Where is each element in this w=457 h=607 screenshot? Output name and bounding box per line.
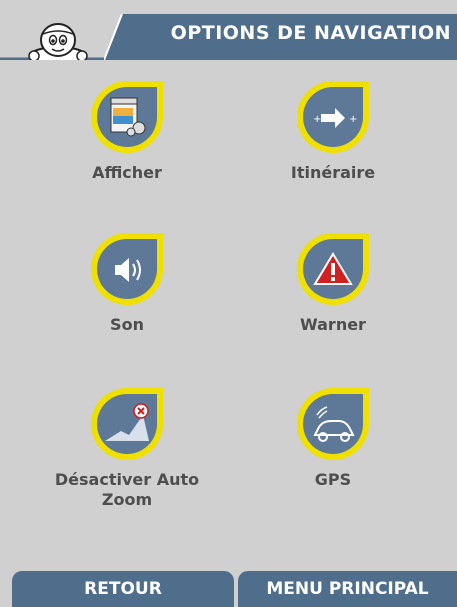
menu-item-itineraire[interactable]: + + Itinéraire <box>233 78 433 183</box>
display-settings-icon <box>91 81 163 153</box>
menu-item-warner[interactable]: Warner <box>233 230 433 335</box>
svg-text:+: + <box>313 114 321 125</box>
menu-item-label: Son <box>110 315 144 334</box>
menu-item-label: Warner <box>300 315 366 334</box>
menu-item-label: GPS <box>314 470 352 489</box>
svg-text:+: + <box>349 114 357 125</box>
menu-item-auto-zoom[interactable]: Désactiver Auto Zoom <box>27 385 227 510</box>
speaker-icon <box>91 233 163 305</box>
main-menu-button[interactable]: MENU PRINCIPAL <box>238 571 457 607</box>
menu-item-label: Itinéraire <box>290 163 376 182</box>
header-bar: OPTIONS DE NAVIGATION <box>0 0 457 60</box>
navigation-options-grid: Afficher + + Itinéraire Son Warner Désac… <box>0 60 457 570</box>
auto-zoom-off-icon <box>91 388 163 460</box>
menu-item-afficher[interactable]: Afficher <box>27 78 227 183</box>
menu-item-gps[interactable]: GPS <box>233 385 433 490</box>
back-button[interactable]: RETOUR <box>12 571 234 607</box>
route-arrow-icon: + + <box>297 81 369 153</box>
footer-bar: RETOUR MENU PRINCIPAL <box>0 571 457 607</box>
menu-item-label: Afficher <box>92 163 162 182</box>
menu-item-label: Désactiver Auto Zoom <box>54 470 200 509</box>
warning-triangle-icon <box>297 233 369 305</box>
gps-car-icon <box>297 388 369 460</box>
page-title: OPTIONS DE NAVIGATION <box>170 22 451 44</box>
menu-item-son[interactable]: Son <box>27 230 227 335</box>
michelin-mascot-icon <box>28 23 88 60</box>
